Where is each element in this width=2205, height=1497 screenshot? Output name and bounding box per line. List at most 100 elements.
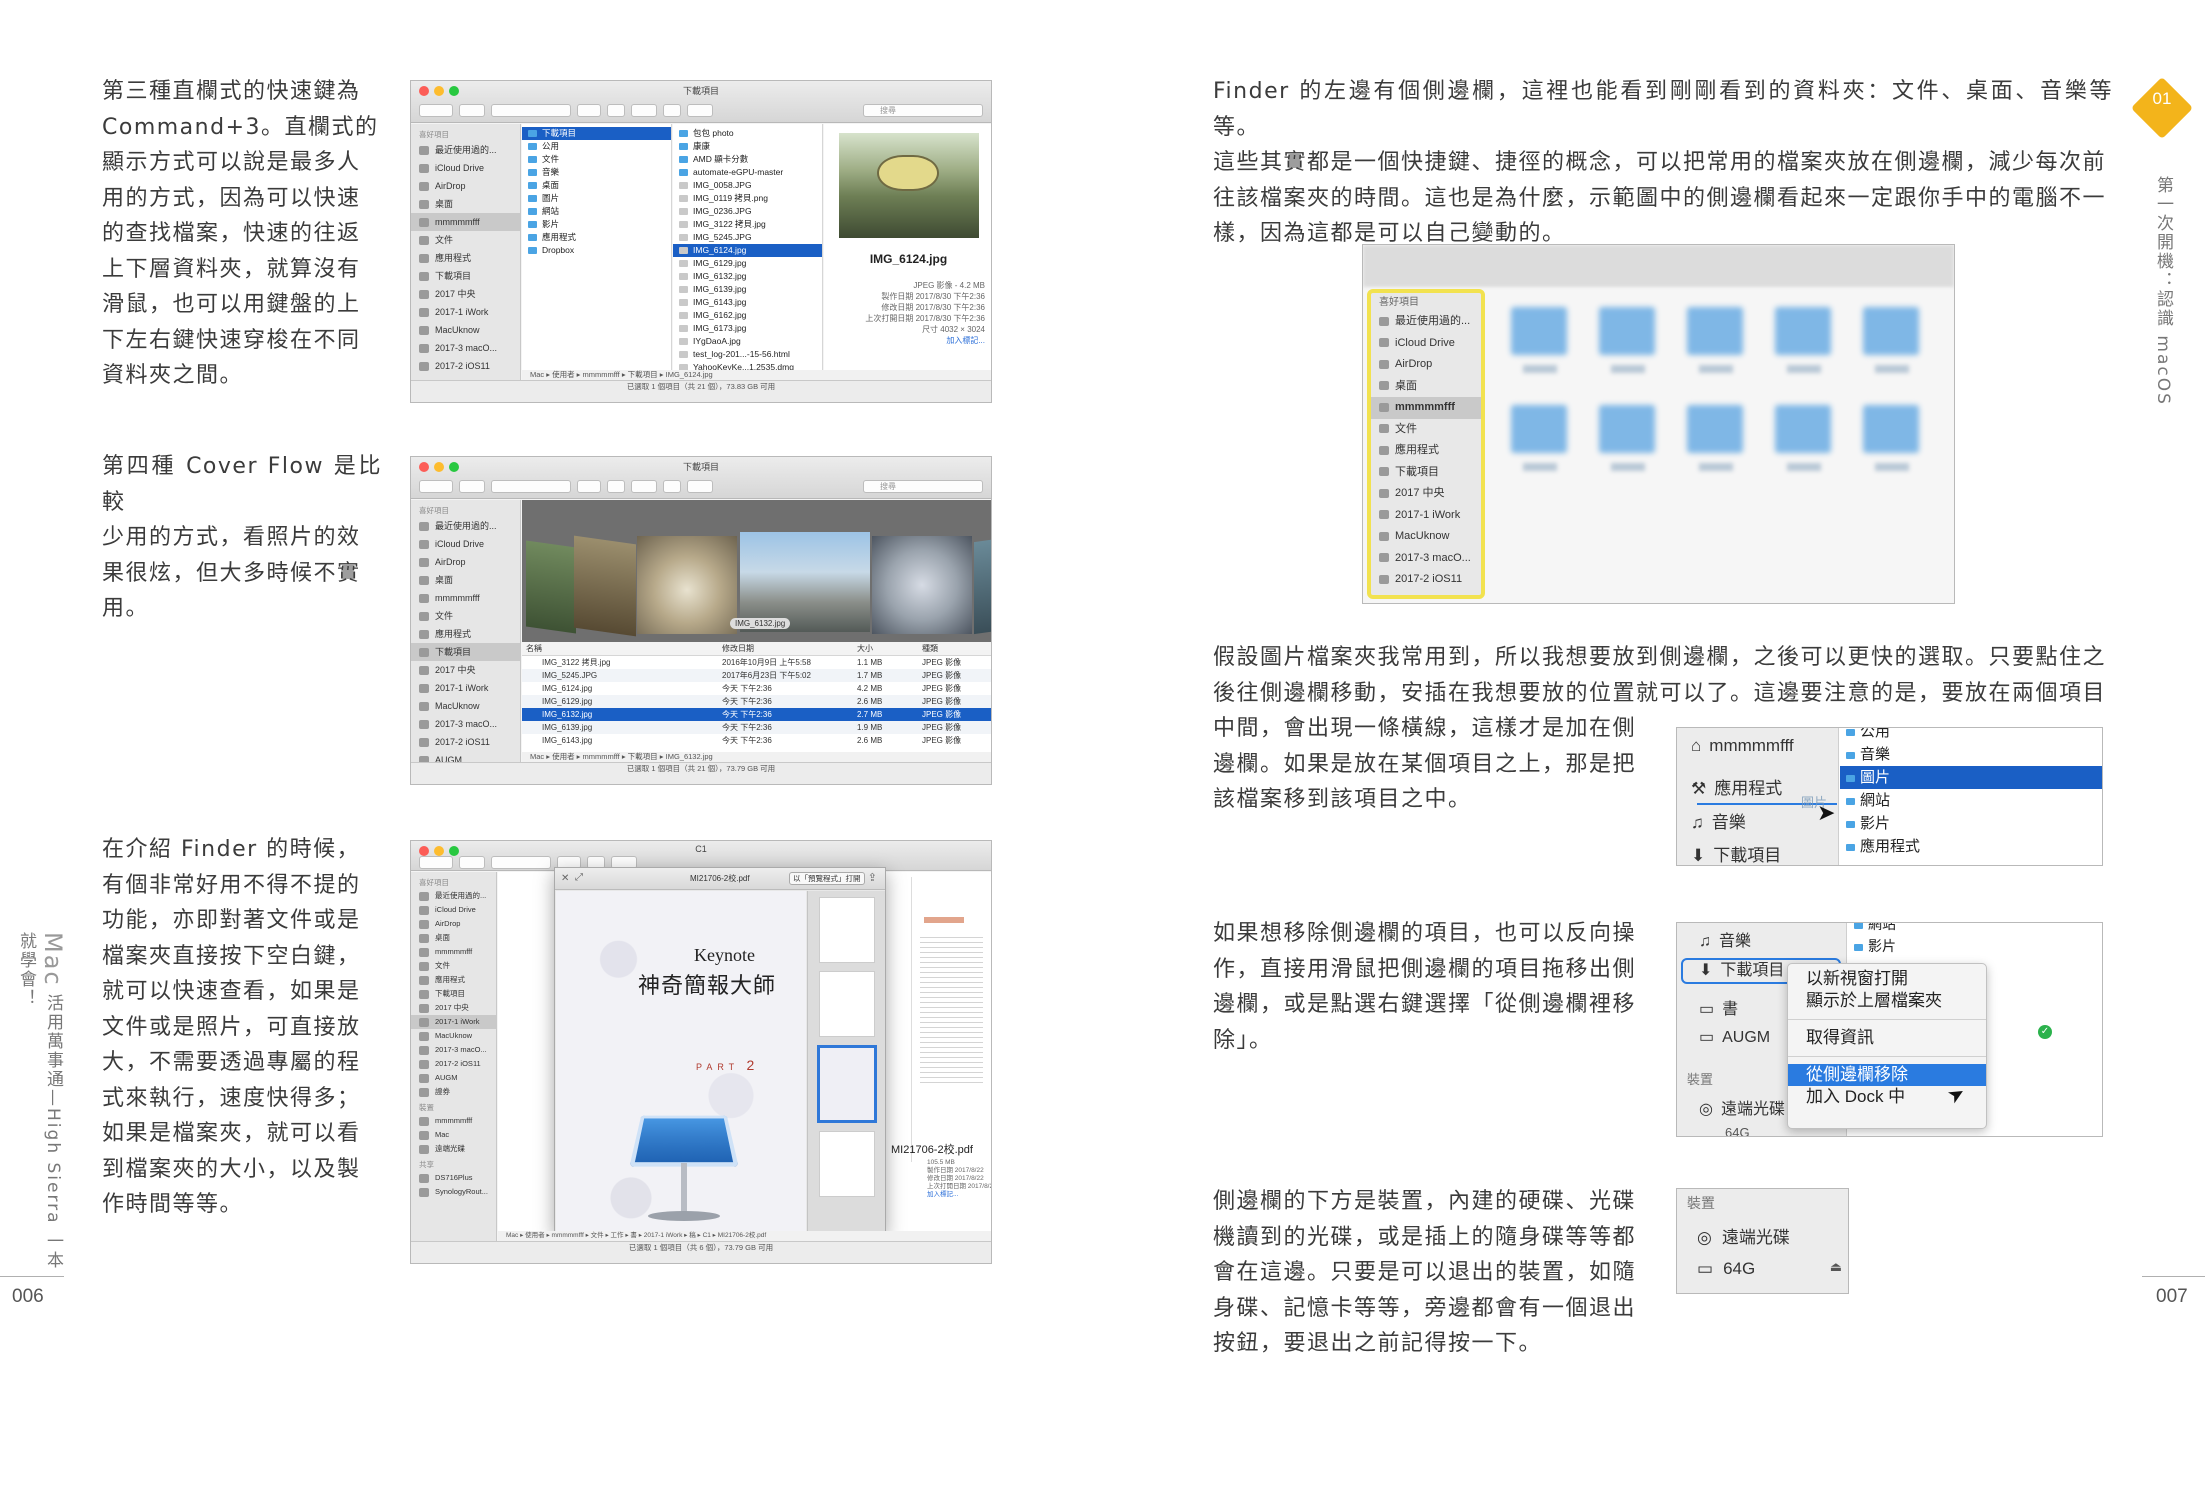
sidebar-item[interactable]: 2017 中央 <box>411 285 520 303</box>
sidebar-item[interactable]: ▭ 書 <box>1699 995 1738 1019</box>
column-item[interactable]: IYgDaoA.jpg <box>673 335 822 348</box>
column-item[interactable]: 音樂 <box>522 166 671 179</box>
header-name[interactable]: 名稱 <box>526 642 542 655</box>
sidebar-item[interactable]: 下載項目 <box>1371 462 1481 484</box>
menu-item-get-info[interactable]: 取得資訊 <box>1788 1027 1986 1049</box>
sidebar-item[interactable]: 2017-2 iOS11 <box>411 733 520 751</box>
fullscreen-icon[interactable]: ⤢ <box>575 872 583 883</box>
sidebar-item[interactable]: 最近使用過的... <box>411 517 520 535</box>
toolbar-buttons[interactable]: 搜尋 <box>419 479 983 493</box>
eject-icon[interactable]: ⏏ <box>1830 1259 1842 1275</box>
sidebar-item[interactable]: iCloud Drive <box>411 159 520 177</box>
sidebar-item[interactable]: MacUknow <box>1371 526 1481 548</box>
toolbar-buttons[interactable]: 搜尋 <box>419 103 983 117</box>
column-item[interactable]: 文件 <box>522 153 671 166</box>
column-item[interactable]: 影片 <box>1840 812 2102 835</box>
search-field[interactable]: 搜尋 <box>863 103 983 117</box>
sidebar-item[interactable]: AirDrop <box>411 177 520 195</box>
table-row[interactable]: IMG_6139.jpg 今天 下午2:36 1.9 MB JPEG 影像 <box>522 721 991 734</box>
sidebar-item[interactable]: 應用程式 <box>411 249 520 267</box>
sidebar-device[interactable]: ◎ 遠端光碟 <box>1699 1095 1785 1119</box>
column-item[interactable]: 網站 <box>522 205 671 218</box>
header-size[interactable]: 大小 <box>857 642 873 655</box>
column-item[interactable]: IMG_6129.jpg <box>673 257 822 270</box>
sidebar-device[interactable]: mmmmmfff <box>411 1114 496 1128</box>
sidebar-item[interactable]: MacUknow <box>411 321 520 339</box>
sidebar-item[interactable]: 文件 <box>411 607 520 625</box>
sidebar-item[interactable]: ♫ 音樂 <box>1691 808 1746 833</box>
sidebar-item[interactable]: AirDrop <box>411 553 520 571</box>
column-item[interactable]: 康康 <box>673 140 822 153</box>
column-item[interactable]: IMG_0119 拷貝.png <box>673 192 822 205</box>
sidebar-item[interactable]: 2017-1 iWork <box>411 1015 496 1029</box>
sidebar-shared[interactable]: DS716Plus <box>411 1171 496 1185</box>
table-row[interactable]: IMG_3122 拷貝.jpg 2016年10月9日 上午5:58 1.1 MB JP… <box>522 656 991 669</box>
column-item[interactable]: IMG_6173.jpg <box>673 322 822 335</box>
sidebar-device[interactable]: ▭ 64G ⏏ <box>1697 1259 1842 1279</box>
sidebar-item[interactable]: 證券 <box>411 1085 496 1099</box>
sidebar-item[interactable]: 最近使用過的... <box>411 889 496 903</box>
sidebar-item[interactable]: 桌面 <box>411 195 520 213</box>
sidebar-item[interactable]: 2017-3 macO... <box>411 1043 496 1057</box>
column-item[interactable]: 圖片 <box>522 192 671 205</box>
sidebar-device[interactable]: ◎ 遠端光碟 <box>1697 1223 1790 1248</box>
sidebar-item[interactable]: mmmmmfff <box>1371 397 1481 419</box>
share-icon[interactable]: ⇪ <box>868 871 877 884</box>
menu-item-show-enclosing[interactable]: 顯示於上層檔案夾 <box>1788 990 1986 1012</box>
sidebar-device-partial[interactable]: 64G <box>1725 1125 1750 1136</box>
column-item[interactable]: IMG_6143.jpg <box>673 296 822 309</box>
cover-flow-area[interactable]: IMG_6132.jpg <box>522 500 991 642</box>
sidebar-item[interactable]: 下載項目 <box>411 987 496 1001</box>
sidebar-item[interactable]: ♫ 音樂 <box>1699 927 1751 951</box>
column-item[interactable]: 音樂 <box>1840 743 2102 766</box>
sidebar-item[interactable]: 文件 <box>411 959 496 973</box>
sidebar-item[interactable]: 下載項目 <box>411 643 520 661</box>
quick-look-window[interactable]: ✕ ⤢ MI21706-2校.pdf 以「預覽程式」打開 ⇪ Keynote 神… <box>554 867 886 1233</box>
sidebar-item[interactable]: 2017 中央 <box>411 661 520 679</box>
open-with-button[interactable]: 以「預覽程式」打開 <box>789 872 865 885</box>
column-item[interactable]: 網站 <box>1840 789 2102 812</box>
column-item[interactable]: 包包 photo <box>673 127 822 140</box>
column-item[interactable]: IMG_6162.jpg <box>673 309 822 322</box>
column-item[interactable]: IMG_6139.jpg <box>673 283 822 296</box>
sidebar-item[interactable]: 2017-2 iOS11 <box>411 357 520 375</box>
sidebar-item[interactable]: 2017-2 iOS11 <box>1371 569 1481 591</box>
table-row[interactable]: IMG_6124.jpg 今天 下午2:36 4.2 MB JPEG 影像 <box>522 682 991 695</box>
sidebar-item[interactable]: ⬇ 下載項目 <box>1691 841 1781 865</box>
sidebar-item[interactable]: 文件 <box>411 231 520 249</box>
column-item-selected[interactable]: 圖片 <box>1840 766 2102 789</box>
sidebar-shared[interactable]: SynologyRout... <box>411 1185 496 1199</box>
menu-item-open-new-window[interactable]: 以新視窗打開 <box>1788 968 1986 990</box>
header-date[interactable]: 修改日期 <box>722 642 754 655</box>
page-thumbnail[interactable] <box>818 897 875 963</box>
sidebar-item[interactable]: 最近使用過的... <box>1371 311 1481 333</box>
table-row[interactable]: IMG_6143.jpg 今天 下午2:36 2.6 MB JPEG 影像 <box>522 734 991 747</box>
column-item-selected[interactable]: IMG_6124.jpg <box>673 244 822 257</box>
sidebar-item[interactable]: MacUknow <box>411 697 520 715</box>
sidebar-item[interactable]: 應用程式 <box>1371 440 1481 462</box>
sidebar-item[interactable]: 桌面 <box>411 571 520 589</box>
sidebar-item[interactable]: 應用程式 <box>411 625 520 643</box>
column-item[interactable]: 下載項目 <box>522 127 671 140</box>
page-thumbnail[interactable] <box>818 1131 875 1197</box>
column-item[interactable]: 桌面 <box>522 179 671 192</box>
sidebar-item[interactable]: 2017-1 iWork <box>411 303 520 321</box>
add-tags-link[interactable]: 加入標記... <box>927 1191 991 1199</box>
table-row-selected[interactable]: IMG_6132.jpg 今天 下午2:36 2.7 MB JPEG 影像 <box>522 708 991 721</box>
table-row[interactable]: IMG_6129.jpg 今天 下午2:36 2.6 MB JPEG 影像 <box>522 695 991 708</box>
page-thumbnails[interactable] <box>807 891 885 1232</box>
sidebar-item[interactable]: 下載項目 <box>411 267 520 285</box>
column-item[interactable]: 應用程式 <box>522 231 671 244</box>
sidebar-item[interactable]: ⌂ mmmmmfff <box>1691 736 1794 756</box>
sidebar-item[interactable]: AirDrop <box>1371 354 1481 376</box>
column-item[interactable]: 應用程式 <box>1840 835 2102 858</box>
column-item[interactable]: 網站 <box>1848 923 2102 935</box>
table-row[interactable]: IMG_5245.JPG 2017年6月23日 下午5:02 1.7 MB JPEG … <box>522 669 991 682</box>
sidebar-item[interactable]: 文件 <box>1371 419 1481 441</box>
sidebar-item[interactable]: MacUknow <box>411 1029 496 1043</box>
column-item[interactable]: IMG_5245.JPG <box>673 231 822 244</box>
sidebar-item[interactable]: 桌面 <box>1371 376 1481 398</box>
sidebar-item[interactable]: 2017-2 iOS11 <box>411 1057 496 1071</box>
page-thumbnail-selected[interactable] <box>816 1045 877 1123</box>
column-item[interactable]: automate-eGPU-master <box>673 166 822 179</box>
